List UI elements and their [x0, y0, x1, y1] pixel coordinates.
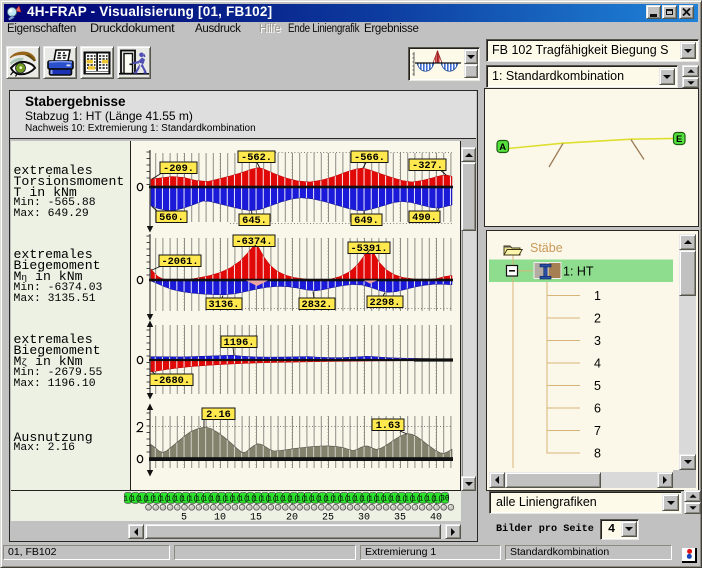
svg-text:7: 7	[594, 424, 601, 438]
svg-text:2: 2	[594, 312, 601, 326]
svg-text:5: 5	[181, 513, 187, 523]
svg-text:-2061.: -2061.	[161, 256, 198, 268]
svg-text:645.: 645.	[242, 215, 267, 227]
svg-text:2832.: 2832.	[302, 299, 333, 311]
svg-text:1196.: 1196.	[224, 337, 255, 349]
svg-text:Stäbe: Stäbe	[530, 241, 563, 255]
svg-text:-562.: -562.	[241, 152, 272, 164]
svg-text:-209.: -209.	[163, 163, 194, 175]
svg-text:3136.: 3136.	[209, 299, 240, 311]
svg-text:40: 40	[430, 513, 442, 523]
svg-text:2.16: 2.16	[206, 409, 231, 421]
svg-text:3: 3	[594, 334, 601, 348]
svg-text:6: 6	[594, 402, 601, 416]
svg-text:1.63: 1.63	[376, 420, 401, 432]
svg-text:10: 10	[214, 513, 226, 523]
svg-text:30: 30	[358, 513, 370, 523]
svg-text:A: A	[499, 142, 506, 153]
svg-text:35: 35	[394, 513, 406, 523]
svg-text:560.: 560.	[159, 212, 184, 224]
svg-text:1: HT: 1: HT	[563, 265, 594, 279]
svg-text:-327.: -327.	[412, 160, 443, 172]
svg-text:4: 4	[594, 357, 601, 371]
svg-text:15: 15	[250, 513, 262, 523]
svg-text:-2680.: -2680.	[153, 375, 190, 387]
svg-text:8: 8	[594, 447, 601, 461]
svg-text:649.: 649.	[354, 215, 379, 227]
svg-text:-566.: -566.	[354, 152, 385, 164]
svg-text:-5391.: -5391.	[350, 243, 387, 255]
svg-text:1: 1	[594, 289, 601, 303]
svg-text:30: 30	[440, 496, 450, 504]
svg-text:5: 5	[594, 379, 601, 393]
svg-text:25: 25	[322, 513, 334, 523]
svg-text:490.: 490.	[412, 212, 437, 224]
svg-text:20: 20	[286, 513, 298, 523]
svg-text:E: E	[676, 134, 682, 145]
svg-text:2298.: 2298.	[370, 297, 401, 309]
